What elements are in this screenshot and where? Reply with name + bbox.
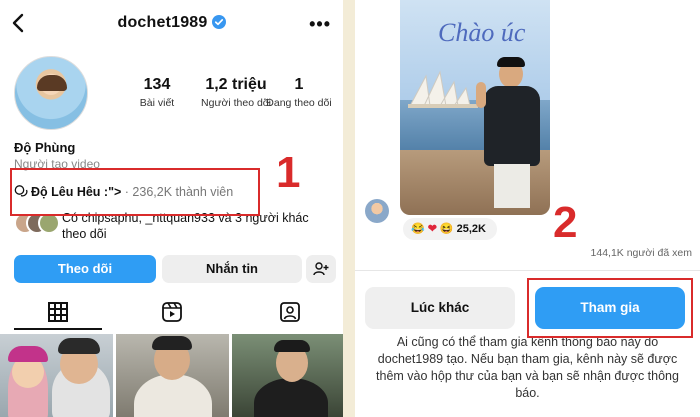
- post-grid: [0, 334, 343, 417]
- heart-emoji-icon: ❤: [427, 223, 437, 235]
- profile-panel: dochet1989 ••• 134 Bài viết 1,2 triệu Ng…: [0, 0, 343, 417]
- channel-preview-photo: Chào úc: [400, 0, 550, 215]
- channel-join-panel: Chào úc 😂 ❤ 😆 25,2K 144,1K người đã xem Lúc…: [355, 0, 700, 417]
- add-user-button[interactable]: [306, 255, 336, 283]
- reaction-count: 25,2K: [456, 223, 486, 235]
- opera-house-shape: [408, 70, 478, 108]
- post-thumbnail[interactable]: [0, 334, 113, 417]
- active-tab-indicator: [14, 328, 102, 330]
- post-thumbnail[interactable]: [232, 334, 343, 417]
- grid-icon[interactable]: [46, 300, 70, 324]
- smile-emoji-icon: 😆: [439, 223, 454, 235]
- divider: [355, 270, 700, 271]
- profile-tabs: [0, 296, 343, 332]
- verified-badge-icon: [211, 15, 226, 29]
- stat-following-value: 1: [294, 76, 304, 93]
- add-user-icon: [313, 262, 329, 276]
- channel-owner-avatar: [365, 199, 389, 223]
- later-button[interactable]: Lúc khác: [365, 287, 515, 329]
- username-text: dochet1989: [117, 14, 208, 31]
- reactions-pill[interactable]: 😂 ❤ 😆 25,2K: [403, 218, 497, 240]
- tagged-icon[interactable]: [278, 300, 302, 324]
- avatar[interactable]: [14, 56, 88, 130]
- handwriting-text: Chào úc: [438, 18, 526, 47]
- laugh-emoji-icon: 😂: [411, 223, 425, 235]
- profile-username: dochet1989: [0, 14, 343, 32]
- more-icon[interactable]: •••: [309, 14, 331, 35]
- message-button[interactable]: Nhắn tin: [162, 255, 302, 283]
- step-number-2: 2: [553, 198, 578, 247]
- stat-following[interactable]: 1 Đang theo dõi: [254, 76, 343, 109]
- follow-button[interactable]: Theo dõi: [14, 255, 156, 283]
- join-description: Ai cũng có thể tham gia kênh thông báo n…: [376, 335, 679, 400]
- screenshot-stage: dochet1989 ••• 134 Bài viết 1,2 triệu Ng…: [0, 0, 700, 417]
- highlight-channel-box: [10, 168, 260, 216]
- display-name: Độ Phùng: [14, 140, 76, 155]
- stat-following-label: Đang theo dõi: [266, 97, 332, 109]
- step-number-1: 1: [276, 148, 301, 197]
- reels-icon[interactable]: [160, 300, 184, 324]
- person-figure: [476, 57, 542, 210]
- viewer-count: 144,1K người đã xem: [590, 247, 692, 259]
- profile-header: dochet1989 •••: [0, 0, 343, 46]
- post-thumbnail[interactable]: [116, 334, 229, 417]
- highlight-join-box: [527, 278, 693, 338]
